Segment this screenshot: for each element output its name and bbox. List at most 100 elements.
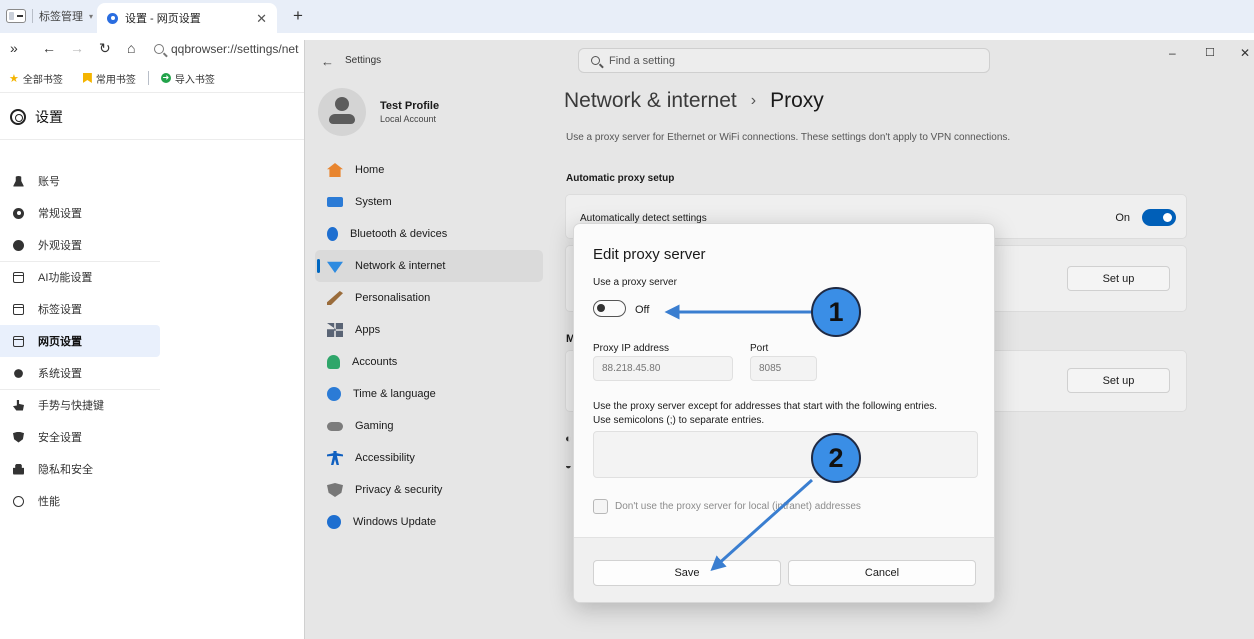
new-tab-button[interactable]: + [293,6,303,26]
menu-item-label: 网页设置 [38,336,82,348]
maximize-button[interactable]: ☐ [1205,46,1215,59]
nav-item-label: Personalisation [355,292,431,304]
search-icon [154,44,164,54]
nav-item-gaming[interactable]: Gaming [315,410,543,442]
save-button[interactable]: Save [593,560,781,586]
bookmark-all[interactable]: ★ 全部书签 [9,71,63,86]
divider [0,389,160,390]
user-profile[interactable]: Test Profile Local Account [318,88,439,136]
menu-item-performance[interactable]: 性能 [0,485,160,517]
nav-item-label: Privacy & security [355,484,443,496]
search-placeholder[interactable]: Find a setting [609,55,675,67]
window-icon [13,271,24,283]
step-badge-2: 2 [811,433,861,483]
hand-icon [13,399,24,411]
edit-proxy-dialog: Edit proxy server Use a proxy server Off… [573,223,995,603]
menu-item-system[interactable]: 系统设置 [0,357,160,389]
exceptions-textarea[interactable] [593,431,978,478]
divider [147,71,149,85]
feedback-icon[interactable]: ◒ [565,460,572,472]
proxy-ip-label: Proxy IP address [593,343,669,354]
profile-account-type: Local Account [380,114,437,124]
nav-item-label: Apps [355,324,381,336]
nav-item-home[interactable]: Home [315,154,543,186]
gear-icon [13,207,24,219]
menu-item-general[interactable]: 常规设置 [0,197,160,229]
menu-item-label: AI功能设置 [38,272,93,284]
breadcrumb-parent[interactable]: Network & internet [564,89,737,113]
back-arrow-icon[interactable]: ← [321,54,334,69]
tab-manager-label[interactable]: 标签管理 [39,8,83,24]
tab-manager-icon[interactable] [6,9,26,23]
accounts-icon [327,355,340,369]
minimize-button[interactable]: – [1169,46,1176,60]
active-tab[interactable]: 设置 - 网页设置 ✕ [97,3,277,33]
bookmark-import[interactable]: ➜ 导入书签 [160,71,215,86]
proxy-ip-input[interactable] [593,356,733,381]
sidebar-expand-icon[interactable]: » [10,40,18,56]
personalisation-icon [327,291,343,305]
menu-item-tabs[interactable]: 标签设置 [0,293,160,325]
nav-item-personalisation[interactable]: Personalisation [315,282,543,314]
menu-item-privacy[interactable]: 隐私和安全 [0,453,160,485]
exceptions-line-1: Use the proxy server except for addresse… [593,401,938,412]
back-button[interactable]: ← [42,40,56,56]
gear-icon [10,109,26,125]
bookmark-label: 常用书签 [95,74,136,86]
nav-item-system[interactable]: System [315,186,543,218]
menu-item-label: 性能 [38,496,60,508]
setup-script-button[interactable]: Set up [1067,266,1170,291]
menu-item-appearance[interactable]: 外观设置 [0,229,160,261]
menu-item-label: 标签设置 [38,304,82,316]
home-button[interactable]: ⌂ [127,40,135,56]
menu-item-gestures[interactable]: 手势与快捷键 [0,389,160,421]
nav-item-network[interactable]: Network & internet [315,250,543,282]
browser-settings-header: 设置 [10,107,63,127]
settings-nav: Home System Bluetooth & devices Network … [315,154,543,538]
shield-icon [13,431,24,443]
nav-item-accessibility[interactable]: Accessibility [315,442,543,474]
auto-detect-toggle[interactable] [1142,209,1176,226]
chevron-down-icon[interactable]: ▾ [89,12,93,21]
menu-item-account[interactable]: 账号 [0,165,160,197]
reload-button[interactable]: ↻ [99,40,111,56]
nav-item-time-language[interactable]: Time & language [315,378,543,410]
port-input[interactable] [750,356,817,381]
menu-item-web[interactable]: 网页设置 [0,325,160,357]
cancel-button[interactable]: Cancel [788,560,976,586]
import-icon: ➜ [160,73,171,83]
menu-item-security[interactable]: 安全设置 [0,421,160,453]
menu-item-label: 手势与快捷键 [38,400,104,412]
menu-item-ai[interactable]: AI功能设置 [0,261,160,293]
palette-icon [13,239,24,251]
apps-icon [327,323,343,337]
accessibility-icon [327,451,343,465]
nav-item-label: Network & internet [355,260,446,272]
manual-setup-button[interactable]: Set up [1067,368,1170,393]
nav-item-label: Time & language [353,388,436,400]
close-window-button[interactable]: ✕ [1240,46,1250,60]
nav-item-windows-update[interactable]: Windows Update [315,506,543,538]
system-icon [327,197,343,207]
tab-manager[interactable]: 标签管理 ▾ [6,8,93,24]
breadcrumb: Network & internet › Proxy [564,89,824,113]
close-tab-icon[interactable]: ✕ [256,11,267,27]
chevron-right-icon: › [750,92,757,109]
browser-settings-menu: 账号 常规设置 外观设置 AI功能设置 标签设置 网页设置 系统设置 手势与快捷… [0,165,160,517]
nav-item-accounts[interactable]: Accounts [315,346,543,378]
help-icon[interactable]: ◐ [565,433,572,445]
nav-item-bluetooth[interactable]: Bluetooth & devices [315,218,543,250]
settings-gear-icon [107,12,118,24]
nav-item-privacy[interactable]: Privacy & security [315,474,543,506]
bookmark-common[interactable]: 常用书签 [82,71,136,86]
profile-name: Test Profile [380,100,440,112]
use-proxy-toggle[interactable] [593,300,626,317]
local-address-label: Don't use the proxy server for local (in… [615,501,861,512]
address-text[interactable]: qqbrowser://settings/net [171,42,298,56]
gears-icon [14,368,23,378]
page-title: Proxy [770,89,824,112]
forward-button[interactable]: → [70,40,84,56]
nav-item-apps[interactable]: Apps [315,314,543,346]
local-address-checkbox[interactable] [593,499,608,514]
find-setting-search[interactable]: Find a setting [578,48,990,73]
